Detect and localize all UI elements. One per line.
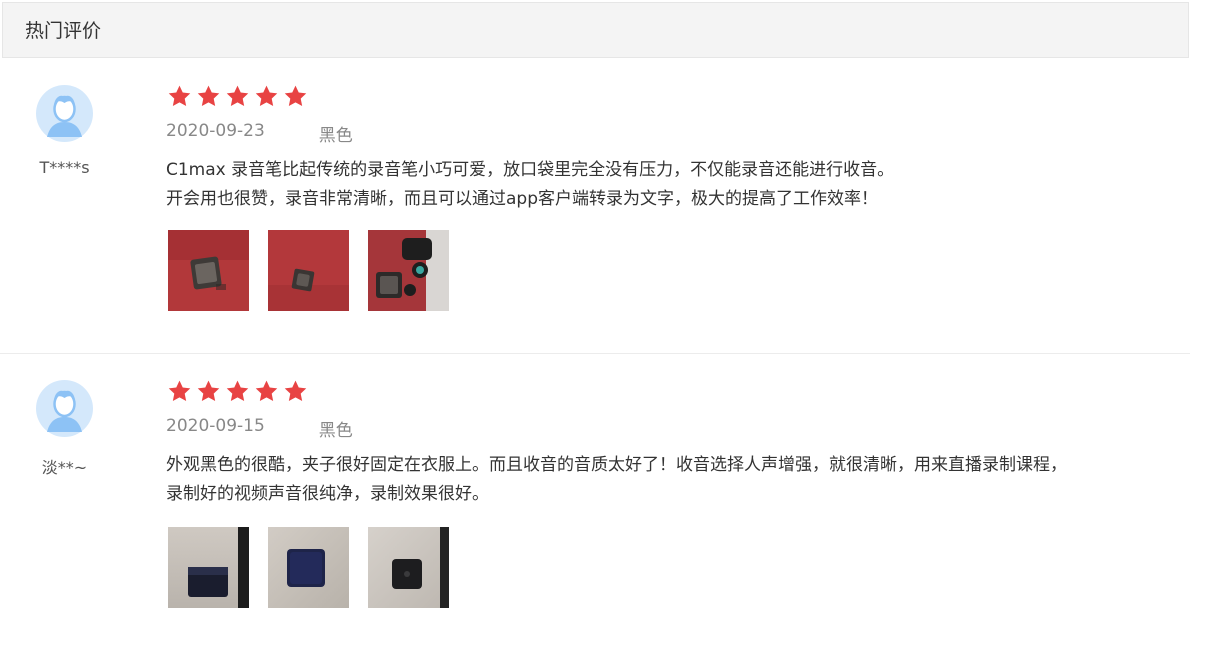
review-photo-thumbnail[interactable] bbox=[168, 527, 249, 608]
star-icon bbox=[195, 379, 222, 404]
review-photos bbox=[168, 527, 449, 608]
username: T****s bbox=[39, 158, 90, 177]
star-icon bbox=[195, 84, 222, 109]
username: 淡**~ bbox=[41, 458, 88, 477]
star-icon bbox=[166, 379, 193, 404]
star-icon bbox=[166, 84, 193, 109]
review-content: 外观黑色的很酷，夹子很好固定在衣服上。而且收音的音质太好了！收音选择人声增强，就… bbox=[166, 455, 1067, 504]
review-photo-thumbnail[interactable] bbox=[168, 230, 249, 311]
section-title: 热门评价 bbox=[25, 20, 102, 42]
review-meta: 2020-09-15 黑色 bbox=[166, 416, 353, 441]
review-item: 淡**~ 2020-09-15 黑色 外观黑色的很酷，夹子很好固定在衣服上。而且… bbox=[0, 355, 1190, 645]
star-icon bbox=[253, 379, 280, 404]
review-meta: 2020-09-23 黑色 bbox=[166, 121, 353, 146]
review-item: T****s 2020-09-23 黑色 C1max 录音笔比起传统的录音笔小巧… bbox=[0, 58, 1190, 354]
rating-stars bbox=[166, 84, 309, 109]
rating-stars bbox=[166, 379, 309, 404]
review-date: 2020-09-15 bbox=[166, 416, 265, 436]
user-avatar-icon[interactable] bbox=[36, 380, 93, 437]
star-icon bbox=[253, 84, 280, 109]
review-content: C1max 录音笔比起传统的录音笔小巧可爱，放口袋里完全没有压力，不仅能录音还能… bbox=[166, 160, 895, 209]
user-avatar-icon[interactable] bbox=[36, 85, 93, 142]
star-icon bbox=[224, 379, 251, 404]
section-header: 热门评价 bbox=[2, 2, 1189, 58]
star-icon bbox=[224, 84, 251, 109]
product-color: 黑色 bbox=[318, 421, 353, 441]
review-photo-thumbnail[interactable] bbox=[268, 230, 349, 311]
review-photo-thumbnail[interactable] bbox=[368, 230, 449, 311]
review-photos bbox=[168, 230, 449, 311]
star-icon bbox=[282, 84, 309, 109]
product-color: 黑色 bbox=[318, 126, 353, 146]
review-photo-thumbnail[interactable] bbox=[268, 527, 349, 608]
review-date: 2020-09-23 bbox=[166, 121, 265, 141]
review-photo-thumbnail[interactable] bbox=[368, 527, 449, 608]
star-icon bbox=[282, 379, 309, 404]
